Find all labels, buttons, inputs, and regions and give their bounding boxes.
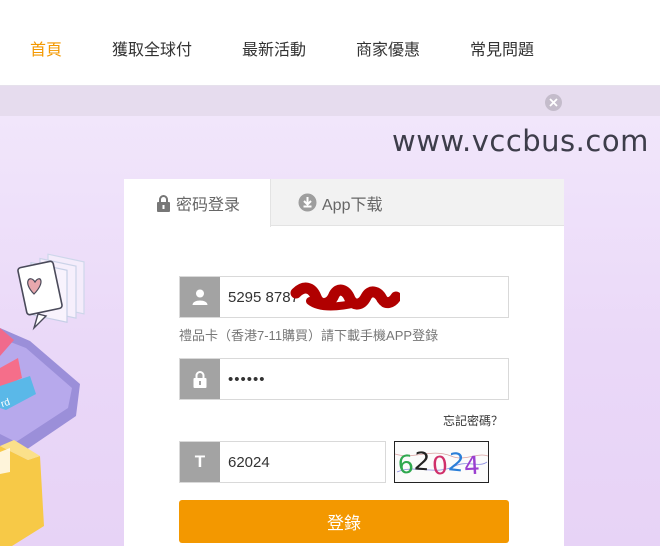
login-submit-button[interactable]: 登錄 <box>179 500 509 543</box>
user-icon <box>180 277 220 317</box>
card-illustration: rd <box>0 253 85 546</box>
svg-text:0: 0 <box>431 451 449 481</box>
captcha-image[interactable]: 6 2 0 2 4 <box>394 441 489 483</box>
lock-icon <box>180 359 220 399</box>
gift-card-hint: 禮品卡（香港7-11購買）請下載手機APP登錄 <box>179 328 439 343</box>
nav-item-home[interactable]: 首頁 <box>30 36 62 60</box>
nav-item-get-globalpay[interactable]: 獲取全球付 <box>112 36 192 60</box>
forgot-password-link[interactable]: 忘記密碼？ <box>443 412 503 429</box>
watermark-text: www.vccbus.com <box>392 124 649 158</box>
tab-password-login[interactable]: 密码登录 <box>124 179 271 227</box>
tab-label: App下载 <box>322 196 383 214</box>
captcha-field: T <box>179 441 386 483</box>
lock-icon <box>156 194 171 212</box>
nav-item-merchant-offers[interactable]: 商家優惠 <box>356 36 420 60</box>
svg-text:6: 6 <box>396 449 415 480</box>
svg-text:2: 2 <box>413 446 431 476</box>
redaction-scribble <box>290 282 400 311</box>
login-tab-bar: 密码登录 App下载 <box>124 179 564 227</box>
text-t-icon: T <box>180 442 220 482</box>
password-input[interactable] <box>228 359 498 399</box>
close-icon[interactable] <box>545 94 562 111</box>
nav-item-latest-events[interactable]: 最新活動 <box>242 36 306 60</box>
top-navigation: 首頁 獲取全球付 最新活動 商家優惠 常見問題 <box>0 0 660 86</box>
login-panel: 密码登录 App下载 禮品卡（香港7-11購買）請下載手機APP登錄 忘記密碼？ <box>124 179 564 546</box>
tab-app-download[interactable]: App下载 <box>298 179 438 226</box>
captcha-input[interactable] <box>228 442 378 482</box>
tab-label: 密码登录 <box>176 197 241 214</box>
download-icon <box>298 193 317 212</box>
card-number-field <box>179 276 509 318</box>
nav-item-faq[interactable]: 常見問題 <box>470 36 534 60</box>
svg-text:4: 4 <box>463 451 480 481</box>
password-field <box>179 358 509 400</box>
